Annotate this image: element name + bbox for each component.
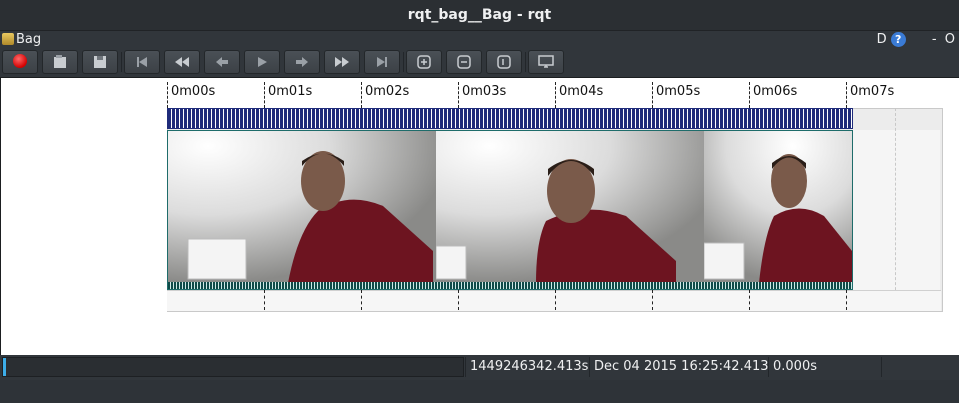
step-forward-button[interactable] xyxy=(284,50,320,74)
status-bar: 1449246342.413s Dec 04 2015 16:25:42.413… xyxy=(0,355,959,380)
open-icon xyxy=(54,55,66,68)
fast-forward-icon xyxy=(335,57,349,67)
image-thumbnail xyxy=(704,131,852,283)
tick-line xyxy=(846,290,847,310)
record-icon xyxy=(13,54,27,68)
tick-line xyxy=(361,290,362,310)
slower-button[interactable] xyxy=(164,50,200,74)
save-button[interactable] xyxy=(82,50,118,74)
progress-fill xyxy=(3,358,6,376)
window-title: rqt_bag__Bag - rqt xyxy=(0,0,959,31)
skip-to-start-icon xyxy=(137,57,147,67)
record-button[interactable] xyxy=(2,50,38,74)
tick-line xyxy=(749,82,750,108)
zoom-out-button[interactable] xyxy=(446,50,482,74)
tick-line xyxy=(458,290,459,310)
zoom-all-button[interactable] xyxy=(486,50,522,74)
tick-label: 0m02s xyxy=(365,84,410,99)
tick-label: 0m05s xyxy=(656,84,701,99)
tick-line xyxy=(458,82,459,108)
open-button[interactable] xyxy=(42,50,78,74)
tick-label: 0m06s xyxy=(753,84,798,99)
dock-title: Bag xyxy=(16,32,42,47)
status-timestamp: 1449246342.413s xyxy=(465,357,592,377)
skip-to-end-icon xyxy=(377,57,387,67)
image-thumbnail xyxy=(436,131,704,283)
tick-label: 0m01s xyxy=(268,84,313,99)
dock-d-button[interactable]: D xyxy=(877,31,887,49)
window-bottom-edge xyxy=(0,380,959,403)
goto-begin-button[interactable] xyxy=(124,50,160,74)
image-thumbnail xyxy=(168,131,436,283)
faster-button[interactable] xyxy=(324,50,360,74)
tick-line xyxy=(361,82,362,108)
tick-line xyxy=(264,290,265,310)
message-strip[interactable] xyxy=(167,108,853,129)
status-datetime: Dec 04 2015 16:25:42.413 xyxy=(589,357,773,377)
bag-icon xyxy=(2,33,14,45)
goto-end-button[interactable] xyxy=(364,50,400,74)
zoom-fit-icon xyxy=(497,55,511,69)
save-icon xyxy=(94,56,106,68)
float-button[interactable]: O xyxy=(945,31,955,49)
grid-line xyxy=(895,108,896,310)
tick-label: 0m07s xyxy=(850,84,895,99)
thumbnails-button[interactable] xyxy=(528,50,564,74)
timeline-footer-row xyxy=(167,290,941,311)
toolbar xyxy=(0,49,959,76)
step-back-button[interactable] xyxy=(204,50,240,74)
dock-header: Bag D? - O xyxy=(0,31,959,49)
thumbnail-icon xyxy=(538,55,554,68)
dock-controls: D? - O xyxy=(873,31,955,49)
tick-line xyxy=(652,82,653,108)
playback-progress-bar xyxy=(2,357,464,377)
step-forward-icon xyxy=(296,57,308,67)
play-button[interactable] xyxy=(244,50,280,74)
rewind-icon xyxy=(175,57,189,67)
zoom-out-icon xyxy=(457,55,471,69)
tick-label: 0m03s xyxy=(462,84,507,99)
help-icon[interactable]: ? xyxy=(890,32,906,47)
tick-line xyxy=(167,82,168,108)
tick-line xyxy=(846,82,847,108)
tick-line xyxy=(652,290,653,310)
timeline-view[interactable]: 0m00s 0m01s 0m02s 0m03s 0m04s 0m05s 0m06… xyxy=(0,77,959,356)
tick-line xyxy=(264,82,265,108)
play-icon xyxy=(258,57,267,67)
status-elapsed: 0.000s xyxy=(768,357,882,377)
zoom-in-icon xyxy=(417,55,431,69)
tick-line xyxy=(749,290,750,310)
image-thumbnail-row[interactable] xyxy=(167,130,853,290)
tick-line xyxy=(555,82,556,108)
zoom-in-button[interactable] xyxy=(406,50,442,74)
tick-label: 0m00s xyxy=(171,84,216,99)
step-back-icon xyxy=(216,57,228,67)
minimize-button[interactable]: - xyxy=(932,31,937,49)
tick-label: 0m04s xyxy=(559,84,604,99)
tick-line xyxy=(555,290,556,310)
thumbnail-message-ticks xyxy=(168,282,852,289)
